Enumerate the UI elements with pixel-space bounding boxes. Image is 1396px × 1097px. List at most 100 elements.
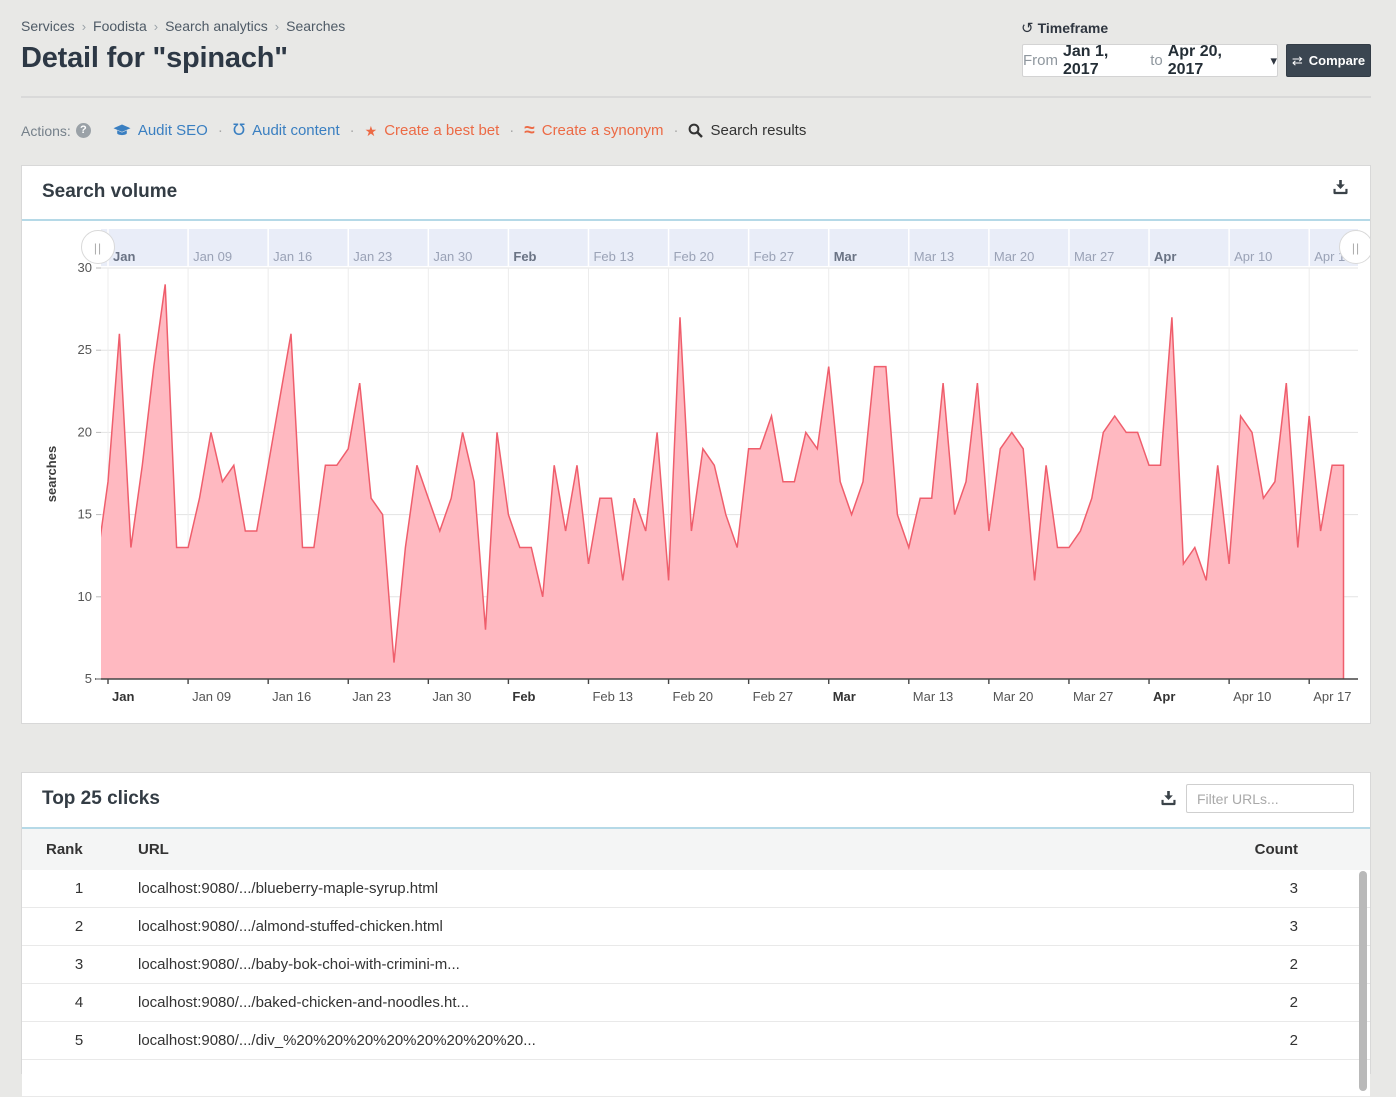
brush-tick-label: Feb 13 [593,249,633,264]
help-icon[interactable]: ? [76,123,91,138]
x-axis-tick-label: Jan 09 [192,689,231,704]
breadcrumb-item[interactable]: Foodista [93,18,147,34]
url-cell[interactable]: localhost:9080/.../almond-stuffed-chicke… [138,908,443,945]
action-search-results[interactable]: Search results [688,122,806,139]
graduation-cap-icon [113,124,131,137]
x-axis-tick-label: Jan [112,689,134,704]
count-cell: 3 [1290,870,1298,907]
timeframe-selector[interactable]: From Jan 1, 2017 to Apr 20, 2017 ▾ [1022,44,1278,77]
table-header: Rank URL Count [22,829,1370,871]
rank-cell: 3 [46,946,112,983]
breadcrumb-separator: › [275,19,279,34]
action-label: Audit SEO [138,122,208,139]
column-header-rank: Rank [46,829,83,870]
brush-handle-left[interactable]: || [82,231,115,264]
x-axis-tick-label: Mar [833,689,856,704]
x-axis-tick-label: Jan 23 [352,689,391,704]
count-cell: 2 [1290,946,1298,983]
download-icon [1161,791,1176,806]
breadcrumb-item[interactable]: Search analytics [165,18,268,34]
compare-arrows-icon: ⇄ [1292,53,1303,69]
rank-cell: 5 [46,1022,112,1059]
x-axis-tick-label: Feb [512,689,535,704]
x-axis-tick-label: Feb 27 [753,689,793,704]
y-axis-tick-label: 10 [78,589,92,604]
count-cell: 3 [1290,908,1298,945]
x-axis-tick-label: Apr [1153,689,1175,704]
breadcrumb-item: Searches [286,18,345,34]
download-table-button[interactable] [1161,791,1176,811]
brush-handle-right[interactable]: || [1340,231,1371,264]
brush-tick-label: Feb 20 [674,249,714,264]
rank-cell: 1 [46,870,112,907]
action-label: Create a best bet [384,122,499,139]
action-separator: · [350,122,355,139]
timeframe-to-label: to [1150,52,1163,69]
brush-tick-label: Jan 16 [273,249,312,264]
y-axis-tick-label: 15 [78,507,92,522]
timeframe-label: ↺Timeframe [1021,19,1108,37]
x-axis-tick-label: Mar 20 [993,689,1033,704]
brush-tick-label: Mar 13 [914,249,954,264]
stethoscope-icon: ℧ [233,123,245,139]
search-icon [688,123,703,138]
chevron-down-icon: ▾ [1270,53,1277,69]
table-body: 1 localhost:9080/.../blueberry-maple-syru… [22,870,1370,1097]
approx-icon: ≈ [524,121,534,140]
action-label: Audit content [252,122,340,139]
y-axis-tick-label: 25 [78,342,92,357]
page-title: Detail for "spinach" [21,42,288,75]
table-row: 3 localhost:9080/.../baby-bok-choi-with-c… [22,946,1370,984]
brush-tick-label: Feb 27 [754,249,794,264]
table-scrollbar-thumb[interactable] [1359,871,1367,1091]
x-axis-tick-label: Feb 20 [673,689,713,704]
y-axis-tick-label: 5 [85,671,92,686]
x-axis-tick-label: Jan 16 [272,689,311,704]
action-separator: · [509,122,514,139]
url-cell[interactable]: localhost:9080/.../div_%20%20%20%20%20%2… [138,1022,536,1059]
action-create-a-synonym[interactable]: ≈ Create a synonym [524,121,663,140]
x-axis-tick-label: Apr 10 [1233,689,1271,704]
brush-tick-label: Jan 23 [353,249,392,264]
action-audit-seo[interactable]: Audit SEO [113,122,208,139]
brush-tick-label: Jan 09 [193,249,232,264]
rank-cell: 4 [46,984,112,1021]
action-separator: · [673,122,678,139]
grip-icon: || [94,241,102,255]
history-icon: ↺ [1021,20,1034,37]
breadcrumb-item[interactable]: Services [21,18,75,34]
table-row: 1 localhost:9080/.../blueberry-maple-syru… [22,870,1370,908]
url-cell[interactable]: localhost:9080/.../baked-chicken-and-noo… [138,984,469,1021]
compare-button[interactable]: ⇄ Compare [1286,44,1371,77]
actions-row: Actions: ? Audit SEO·℧Audit content·★Cre… [21,121,806,140]
brush-tick-label: Mar 20 [994,249,1034,264]
brush-tick-label: Jan [113,249,135,264]
action-create-a-best-bet[interactable]: ★ Create a best bet [365,122,500,139]
url-cell[interactable]: localhost:9080/.../blueberry-maple-syrup… [138,870,438,907]
y-axis-tick-label: 30 [78,260,92,275]
action-audit-content[interactable]: ℧ Audit content [233,122,340,139]
timeframe-from-value: Jan 1, 2017 [1063,43,1145,79]
breadcrumb-separator: › [154,19,158,34]
column-header-url: URL [138,829,169,870]
brush-tick-label: Apr [1154,249,1176,264]
url-cell[interactable]: localhost:9080/.../baby-bok-choi-with-cr… [138,946,460,983]
search-volume-panel: Search volume Jan Jan 09 Jan 16 Jan 23 Jan 3… [21,165,1371,724]
brush-tick-label: Mar 27 [1074,249,1114,264]
brush-tick-label: Feb [513,249,536,264]
breadcrumb: Services›Foodista›Search analytics›Searc… [21,18,345,34]
top-clicks-panel: Top 25 clicks Rank URL Count 1localhost:… [21,772,1371,1074]
x-axis-tick-label: Mar 27 [1073,689,1113,704]
y-axis-label: searches [44,446,59,502]
download-icon [1333,180,1348,195]
table-row: 4 localhost:9080/.../baked-chicken-and-no… [22,984,1370,1022]
table-row: 2localhost:9080/.../almond-stuffed-chick… [22,908,1370,946]
download-chart-button[interactable] [1333,180,1348,200]
filter-urls-input[interactable] [1186,784,1354,813]
search-volume-title: Search volume [42,181,177,203]
x-axis-tick-label: Apr 17 [1313,689,1351,704]
star-icon: ★ [365,124,378,138]
count-cell: 2 [1290,1022,1298,1059]
y-axis-tick-label: 20 [78,424,92,439]
action-label: Create a synonym [542,122,664,139]
